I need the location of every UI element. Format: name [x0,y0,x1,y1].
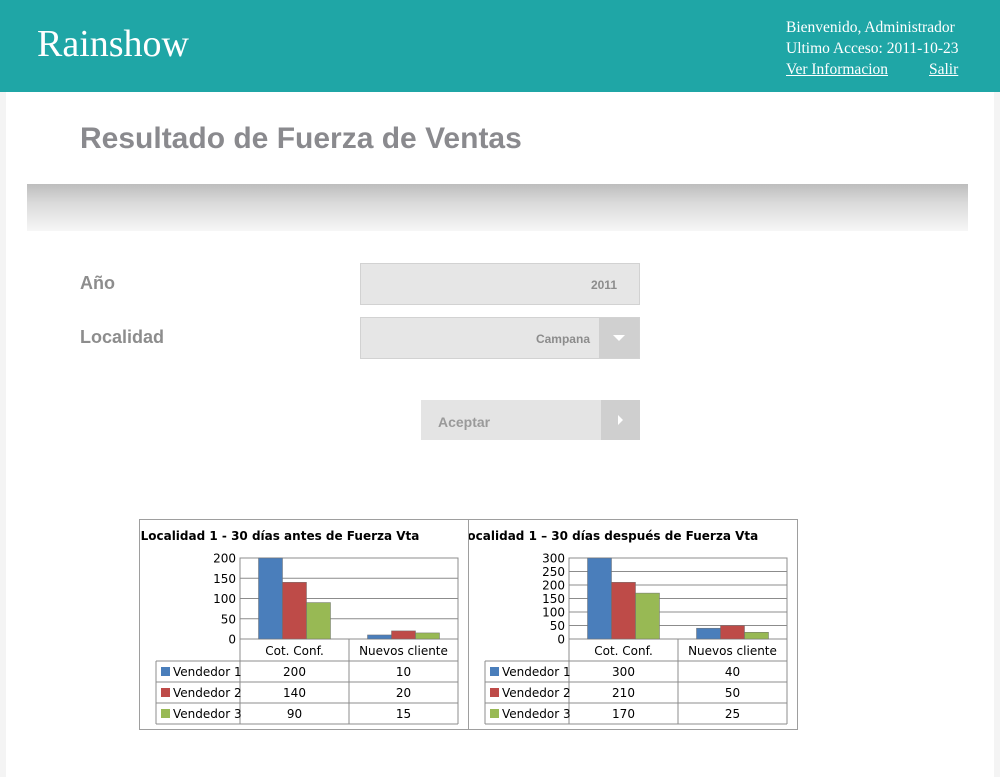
y-tick-label: 200 [542,579,565,593]
data-table-value: 140 [283,686,306,700]
bar [587,557,612,640]
y-tick-label: 50 [221,612,236,626]
chevron-down-icon [613,335,625,341]
chart-title: Localidad 1 – 30 días después de Fuerza … [469,529,758,543]
accept-button[interactable]: Aceptar [421,400,640,440]
bar [391,630,416,640]
data-table-value: 20 [396,686,411,700]
section-divider-band [27,184,968,231]
chart-after-svg: Localidad 1 – 30 días después de Fuerza … [469,529,788,725]
logout-link[interactable]: Salir [929,59,958,80]
bar [282,582,307,640]
data-table-value: 210 [612,686,635,700]
legend-swatch [161,667,170,676]
bar [306,602,331,640]
app-header: Rainshow Bienvenido, Administrador Ultim… [0,0,1000,92]
category-label: Nuevos cliente [688,644,777,658]
chart-before: Localidad 1 - 30 días antes de Fuerza Vt… [139,519,469,730]
chart-after: Localidad 1 – 30 días después de Fuerza … [468,519,798,730]
data-table-value: 170 [612,707,635,721]
year-input[interactable]: 2011 [360,263,640,305]
legend-swatch [490,667,499,676]
accept-button-label: Aceptar [438,414,491,430]
legend-swatch [161,688,170,697]
page-frame-right [994,92,1000,777]
bar [635,592,660,640]
legend-label: Vendedor 2 [173,686,242,700]
locality-value: Campana [535,332,590,346]
chart-title: Localidad 1 - 30 días antes de Fuerza Vt… [141,529,420,543]
legend-label: Vendedor 1 [173,665,242,679]
legend-label: Vendedor 3 [502,707,571,721]
y-tick-label: 100 [213,592,236,606]
y-tick-label: 0 [228,633,236,647]
category-label: Nuevos cliente [359,644,448,658]
page-frame-left [0,92,6,777]
y-tick-label: 0 [557,633,565,647]
last-access-text: Ultimo Acceso: 2011-10-23 [786,40,959,57]
y-tick-label: 100 [542,606,565,620]
y-tick-label: 150 [542,592,565,606]
year-value: 2011 [590,278,617,292]
y-tick-label: 50 [550,619,565,633]
locality-dropdown-button[interactable] [599,318,639,358]
data-table-value: 40 [725,665,740,679]
accept-arrow-button [601,400,640,440]
data-table-value: 200 [283,665,306,679]
legend-swatch [490,688,499,697]
category-label: Cot. Conf. [594,644,653,658]
bar [611,582,636,640]
view-info-link[interactable]: Ver Informacion [786,59,888,80]
category-label: Cot. Conf. [265,644,324,658]
legend-swatch [161,709,170,718]
y-tick-label: 200 [213,552,236,566]
data-table-value: 300 [612,665,635,679]
bar [415,632,440,640]
welcome-text: Bienvenido, Administrador [786,19,955,36]
chart-before-svg: Localidad 1 - 30 días antes de Fuerza Vt… [141,529,459,725]
y-tick-label: 250 [542,565,565,579]
page-title: Resultado de Fuerza de Ventas [80,122,522,155]
locality-select[interactable]: Campana [360,317,640,359]
data-table-value: 90 [287,707,302,721]
bar [720,625,745,640]
y-tick-label: 150 [213,572,236,586]
legend-label: Vendedor 1 [502,665,571,679]
legend-label: Vendedor 3 [173,707,242,721]
bar [744,632,769,640]
legend-label: Vendedor 2 [502,686,571,700]
bar [696,627,721,640]
data-table-value: 25 [725,707,740,721]
user-panel: Bienvenido, Administrador Ultimo Acceso:… [786,17,959,78]
year-label: Año [80,273,115,293]
y-tick-label: 300 [542,552,565,566]
data-table-value: 10 [396,665,411,679]
app-logo: Rainshow [37,23,189,65]
data-table-value: 15 [396,707,411,721]
bar [367,634,392,640]
bar [258,557,283,640]
locality-label: Localidad [80,327,165,347]
data-table-value: 50 [725,686,740,700]
legend-swatch [490,709,499,718]
play-arrow-icon [618,415,623,425]
